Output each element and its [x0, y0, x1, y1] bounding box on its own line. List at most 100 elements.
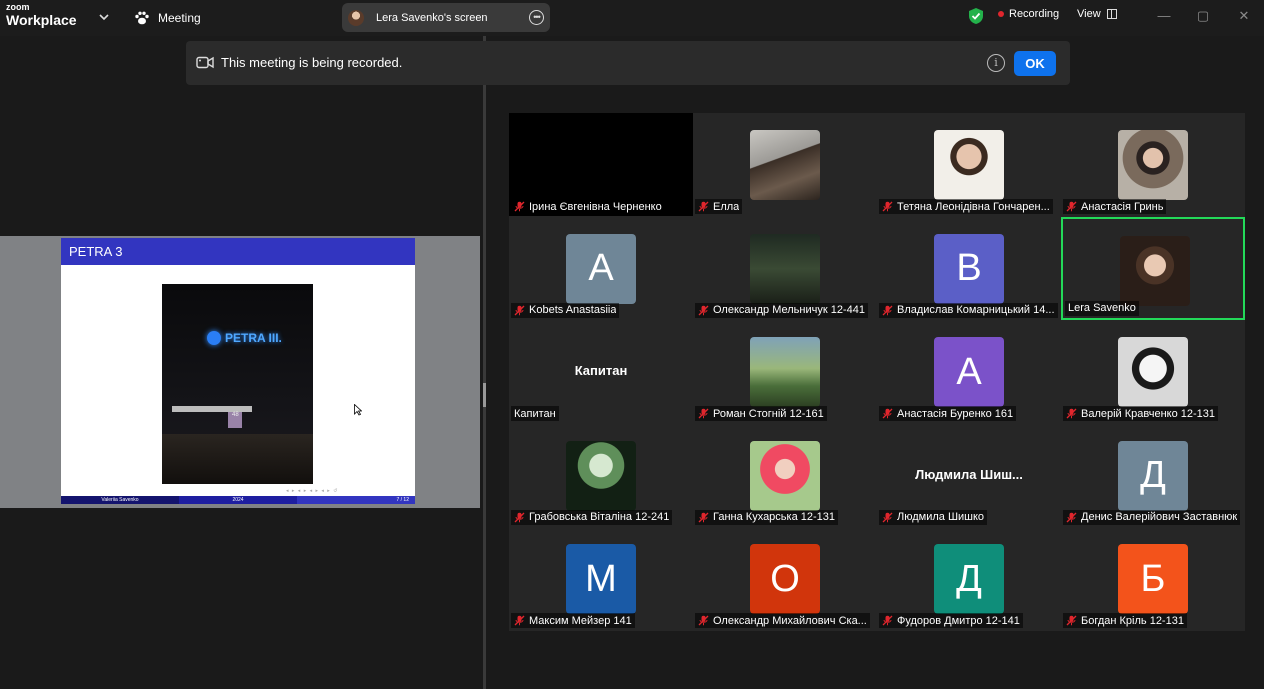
muted-mic-icon	[1066, 615, 1077, 626]
participant-tile[interactable]: Ганна Кухарська 12-131	[693, 423, 877, 527]
participant-name-label: Олександр Мельничук 12-441	[695, 302, 868, 318]
participant-avatar: B	[934, 233, 1004, 304]
share-label: Lera Savenko's screen	[376, 11, 488, 24]
participant-name-label: Грабовська Віталіна 12-241	[511, 509, 673, 525]
muted-mic-icon	[1066, 201, 1077, 212]
participant-tile[interactable]: Lera Savenko	[1061, 216, 1245, 320]
participant-tile[interactable]: Елла	[693, 113, 877, 216]
muted-mic-icon	[882, 201, 893, 212]
participant-tile[interactable]: Д Фудоров Дмитро 12-141	[877, 527, 1061, 630]
participant-name-label: Владислав Комарницький 14...	[879, 302, 1058, 318]
participant-tile[interactable]: Б Богдан Кріль 12-131	[1061, 527, 1245, 630]
video-camera-icon	[196, 56, 214, 69]
petra-sign: PETRA III.	[207, 331, 282, 345]
muted-mic-icon	[882, 408, 893, 419]
participant-tile[interactable]: B Владислав Комарницький 14...	[877, 216, 1061, 320]
close-icon[interactable]: ✕	[1236, 8, 1252, 24]
participant-video	[1120, 235, 1190, 306]
participant-tile[interactable]: M Максим Мейзер 141	[509, 527, 693, 630]
participant-name: Грабовська Віталіна 12-241	[529, 511, 670, 523]
ok-button[interactable]: OK	[1014, 51, 1056, 76]
participant-name-label: Олександр Михайлович Ска...	[695, 613, 870, 628]
participant-name: Капитан	[514, 407, 556, 420]
participant-tile[interactable]: Людмила Шиш... Людмила Шишко	[877, 423, 1061, 527]
participant-name-label: Анастасія Буренко 161	[879, 406, 1017, 421]
participant-name: Lera Savenko	[1068, 302, 1136, 314]
participant-video	[750, 130, 820, 200]
chevron-down-icon[interactable]	[98, 11, 110, 23]
participant-name-label: Kobets Anastasiia	[511, 302, 620, 318]
participant-tile[interactable]: Тетяна Леонідівна Гончарен...	[877, 113, 1061, 216]
muted-mic-icon	[1066, 512, 1077, 522]
muted-mic-icon	[514, 201, 525, 212]
participant-video	[1118, 130, 1188, 200]
participant-name-label: Денис Валерійович Заставнюк	[1063, 509, 1241, 525]
participant-tile[interactable]: O Олександр Михайлович Ска...	[693, 527, 877, 630]
petra-sign-text: PETRA III.	[225, 331, 282, 345]
participant-tile[interactable]: A Kobets Anastasiia	[509, 216, 693, 320]
meeting-menu-button[interactable]: Meeting	[134, 8, 201, 28]
participant-name: Анастасія Гринь	[1081, 200, 1164, 213]
participant-video	[566, 440, 636, 511]
participant-avatar: Д	[1118, 440, 1188, 511]
muted-mic-icon	[882, 305, 893, 315]
participant-name: Елла	[713, 200, 740, 213]
muted-mic-icon	[514, 512, 525, 522]
view-button[interactable]: View	[1077, 8, 1117, 20]
participant-tile[interactable]: Капитан Капитан	[509, 320, 693, 423]
meeting-label: Meeting	[158, 11, 201, 25]
muted-mic-icon	[514, 305, 525, 315]
slide-footer: Valeriia Savenko 2024 7 / 12	[61, 496, 415, 504]
encryption-shield-icon[interactable]	[968, 7, 984, 25]
muted-mic-icon	[698, 408, 709, 419]
participant-name-label: Людмила Шишко	[879, 509, 988, 525]
sharer-avatar	[348, 9, 364, 26]
participant-name-label: Фудоров Дмитро 12-141	[879, 613, 1023, 628]
participant-tile[interactable]: Ірина Євгенівна Черненко	[509, 113, 693, 216]
participant-name: Kobets Anastasiia	[529, 304, 617, 316]
banner-message: This meeting is being recorded.	[221, 55, 403, 70]
participant-video	[750, 233, 820, 304]
participant-name: Роман Стогній 12-161	[713, 407, 824, 420]
participant-tile[interactable]: Роман Стогній 12-161	[693, 320, 877, 423]
info-icon[interactable]: i	[987, 54, 1005, 72]
participant-name-label: Капитан	[511, 406, 559, 421]
view-label: View	[1077, 8, 1101, 20]
participant-name-label: Тетяна Леонідівна Гончарен...	[879, 199, 1053, 214]
logo-workplace-text: Workplace	[6, 12, 77, 28]
door-number: 48	[232, 412, 239, 418]
participant-name: Фудоров Дмитро 12-141	[897, 614, 1020, 627]
muted-mic-icon	[1066, 408, 1077, 419]
participant-avatar: А	[934, 337, 1004, 407]
zoom-workplace-logo: zoom Workplace	[6, 2, 77, 28]
recording-indicator[interactable]: Recording	[998, 8, 1059, 20]
participant-avatar: M	[566, 544, 636, 614]
pane-divider[interactable]	[483, 36, 486, 689]
muted-mic-icon	[698, 615, 709, 626]
screen-share-indicator[interactable]: Lera Savenko's screen •••	[342, 3, 550, 32]
maximize-icon[interactable]: ▢	[1195, 8, 1211, 24]
minimize-icon[interactable]: —	[1156, 8, 1172, 24]
participant-tile[interactable]: Валерій Кравченко 12-131	[1061, 320, 1245, 423]
participant-name-label: Елла	[695, 199, 743, 214]
participant-video	[934, 130, 1004, 200]
mouse-cursor-icon	[354, 404, 362, 416]
participant-tile[interactable]: А Анастасія Буренко 161	[877, 320, 1061, 423]
participant-name: Олександр Мельничук 12-441	[713, 304, 865, 316]
muted-mic-icon	[698, 512, 709, 522]
participant-avatar: A	[566, 233, 636, 304]
participant-tile[interactable]: Д Денис Валерійович Заставнюк	[1061, 423, 1245, 527]
participant-video	[1118, 337, 1188, 407]
muted-mic-icon	[882, 512, 893, 522]
participant-tile[interactable]: Грабовська Віталіна 12-241	[509, 423, 693, 527]
participant-tile[interactable]: Олександр Мельничук 12-441	[693, 216, 877, 320]
participant-tile[interactable]: Анастасія Гринь	[1061, 113, 1245, 216]
slide-nav-controls[interactable]: ◂ ▸ ◂ ▸ ◂ ▸ ◂ ▸ ↺	[286, 488, 338, 494]
muted-mic-icon	[514, 615, 525, 626]
logo-zoom-text: zoom	[6, 2, 30, 12]
pane-divider-handle[interactable]	[483, 383, 486, 407]
slide-photo: PETRA III. 48	[162, 284, 313, 484]
participant-video	[750, 440, 820, 511]
more-options-icon[interactable]: •••	[529, 10, 544, 25]
title-bar: zoom Workplace Meeting Lera Savenko's sc…	[0, 0, 1264, 36]
